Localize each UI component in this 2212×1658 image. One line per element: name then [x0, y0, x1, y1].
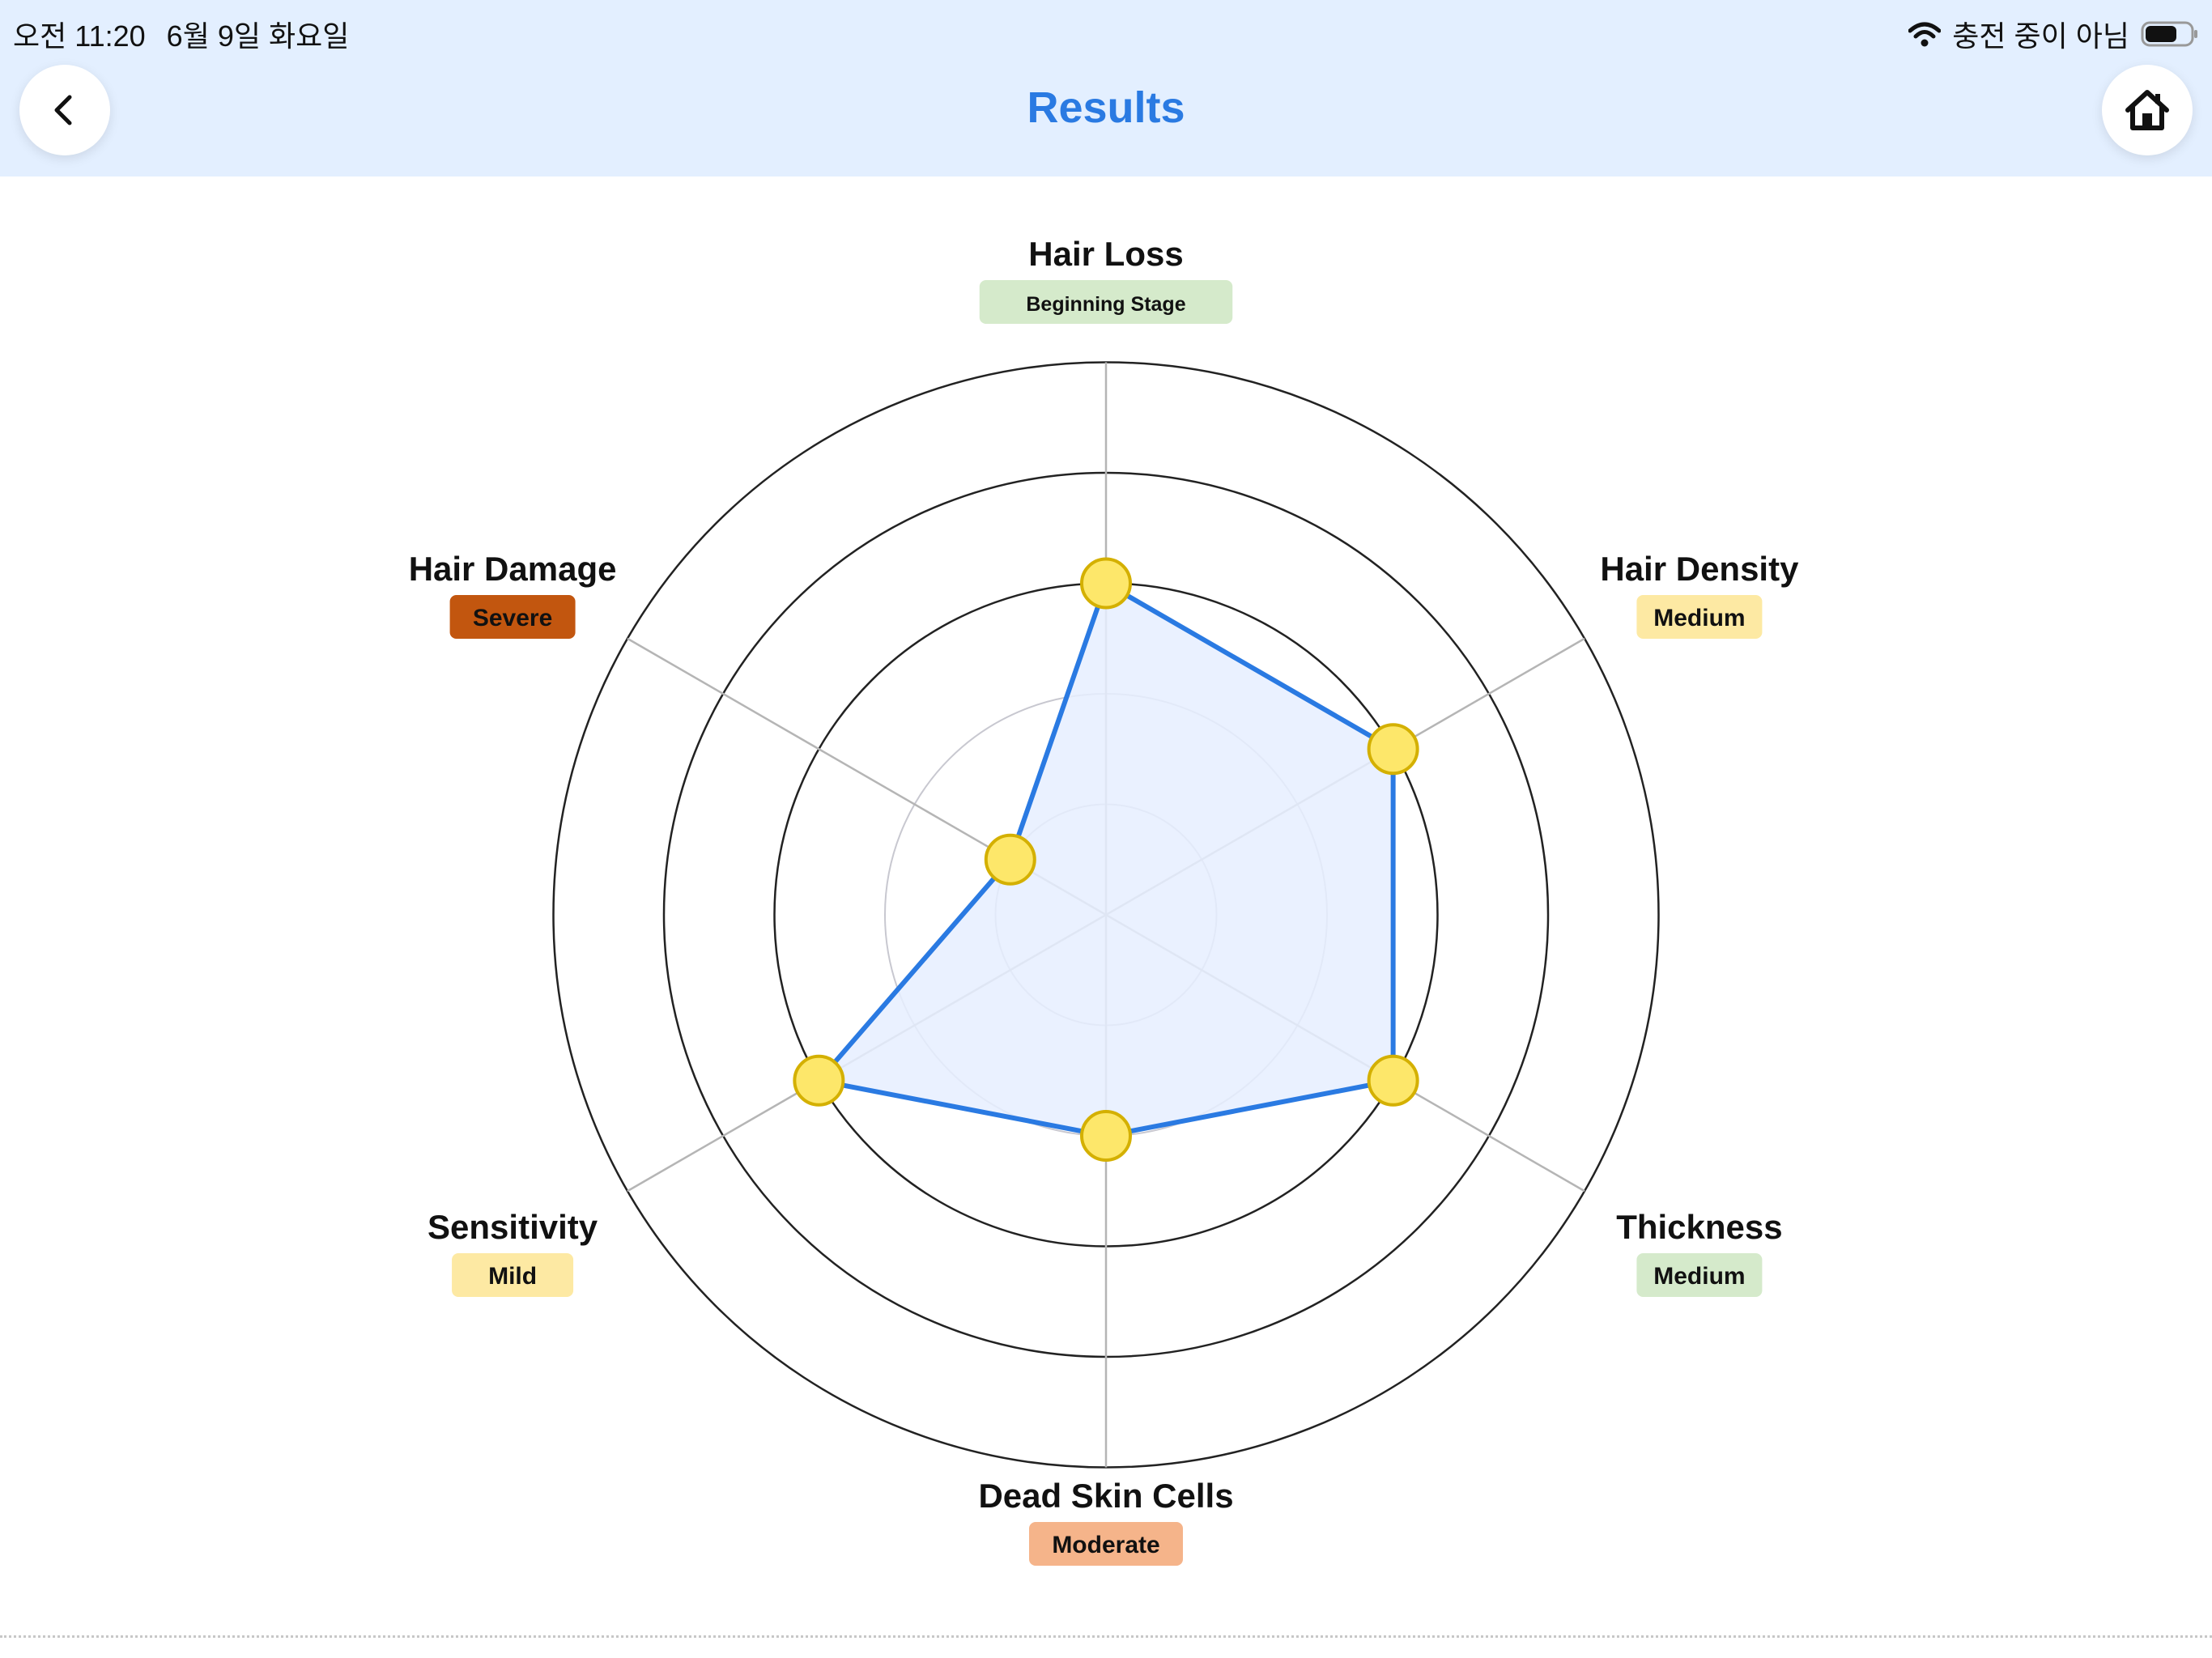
- radar-area: [816, 580, 1396, 1138]
- axis-label: Hair Loss: [1028, 235, 1183, 273]
- axis-label: Hair Density: [1600, 550, 1799, 588]
- home-icon: [2125, 90, 2169, 130]
- axis-label-group: Thickness Medium: [1616, 1208, 1783, 1297]
- data-point: [1367, 1054, 1419, 1107]
- axis-label: Dead Skin Cells: [978, 1477, 1233, 1515]
- wifi-icon: [1908, 22, 1942, 47]
- charging-status: 충전 중이 아님: [1952, 19, 2129, 53]
- severity-badge-text: Medium: [1653, 1263, 1745, 1290]
- data-point: [984, 833, 1036, 886]
- home-button[interactable]: [2102, 65, 2193, 155]
- axis-label: Sensitivity: [428, 1208, 598, 1246]
- axis-label-group: Hair Loss Beginning Stage: [979, 235, 1233, 324]
- severity-badge-text: Medium: [1653, 605, 1745, 631]
- axis-label-group: Dead Skin Cells Moderate: [978, 1477, 1234, 1566]
- axis-label-group: Sensitivity Mild: [428, 1208, 598, 1297]
- data-point: [1080, 557, 1132, 610]
- axis-label: Hair Damage: [409, 550, 617, 588]
- results-screen: 오전 11:20 6월 9일 화요일 충전 중이 아님 Results Hair…: [0, 0, 2212, 1658]
- radar-chart: Hair Loss Beginning Stage Hair Density Medi…: [409, 235, 1799, 1566]
- severity-badge-text: Moderate: [1052, 1532, 1159, 1558]
- status-bar-left: 오전 11:20 6월 9일 화요일: [13, 13, 349, 55]
- status-time: 오전 11:20: [13, 19, 146, 53]
- header-bar: 오전 11:20 6월 9일 화요일 충전 중이 아님 Results: [0, 0, 2212, 176]
- axis-label-group: Hair Density Medium: [1600, 550, 1799, 639]
- axis-label-group: Hair Damage Severe: [409, 550, 617, 639]
- data-point: [793, 1054, 845, 1107]
- page-title: Results: [1027, 83, 1185, 132]
- axis-label: Thickness: [1616, 1208, 1782, 1246]
- status-date: 6월 9일 화요일: [166, 19, 350, 53]
- severity-badge-text: Mild: [488, 1263, 537, 1290]
- battery-icon: [2141, 21, 2197, 47]
- data-point: [1367, 723, 1419, 776]
- bottom-divider: [0, 1635, 2212, 1638]
- severity-badge-text: Beginning Stage: [1026, 293, 1185, 316]
- data-point: [1080, 1110, 1132, 1162]
- status-bar-right: 충전 중이 아님: [1908, 13, 2199, 55]
- severity-badge-text: Severe: [473, 605, 552, 631]
